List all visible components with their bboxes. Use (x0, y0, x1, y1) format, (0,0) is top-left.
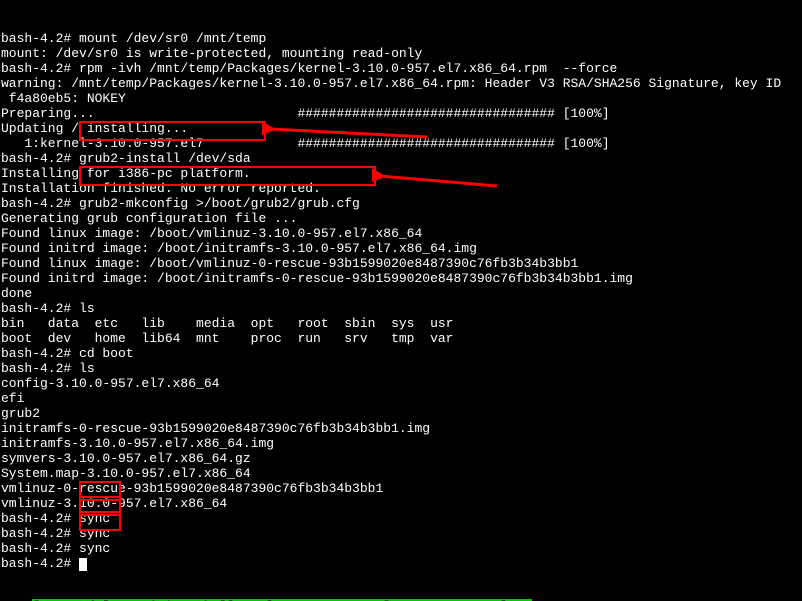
terminal-line: bash-4.2# grub2-install /dev/sda (1, 151, 801, 166)
terminal-line: bash-4.2# cd boot (1, 346, 801, 361)
terminal-line: bash-4.2# sync (1, 526, 801, 541)
text-cursor (79, 558, 87, 571)
terminal-line: bash-4.2# rpm -ivh /mnt/temp/Packages/ke… (1, 61, 801, 76)
terminal-output: bash-4.2# mount /dev/sr0 /mnt/tempmount:… (1, 31, 801, 571)
status-bar: [anaconda] 1:main* 2:shell 3:log 4:stora… (1, 584, 801, 599)
terminal-line: Found initrd image: /boot/initramfs-0-re… (1, 271, 801, 286)
terminal-line: bash-4.2# (1, 556, 801, 571)
terminal-line: boot dev home lib64 mnt proc run srv tmp… (1, 331, 801, 346)
terminal-line: System.map-3.10.0-957.el7.x86_64 (1, 466, 801, 481)
terminal-line: Found initrd image: /boot/initramfs-3.10… (1, 241, 801, 256)
terminal-line: grub2 (1, 406, 801, 421)
terminal-line: vmlinuz-3.10.0-957.el7.x86_64 (1, 496, 801, 511)
terminal-line: done (1, 286, 801, 301)
terminal-line: initramfs-3.10.0-957.el7.x86_64.img (1, 436, 801, 451)
terminal-line: f4a80eb5: NOKEY (1, 91, 801, 106)
terminal-line: Generating grub configuration file ... (1, 211, 801, 226)
terminal-line: initramfs-0-rescue-93b1599020e8487390c76… (1, 421, 801, 436)
terminal-line: bash-4.2# ls (1, 301, 801, 316)
terminal-line: mount: /dev/sr0 is write-protected, moun… (1, 46, 801, 61)
terminal-line: bash-4.2# sync (1, 511, 801, 526)
terminal-line: Found linux image: /boot/vmlinuz-0-rescu… (1, 256, 801, 271)
terminal-line: bash-4.2# ls (1, 361, 801, 376)
terminal-line: Installation finished. No error reported… (1, 181, 801, 196)
terminal-line: Found linux image: /boot/vmlinuz-3.10.0-… (1, 226, 801, 241)
terminal-line: vmlinuz-0-rescue-93b1599020e8487390c76fb… (1, 481, 801, 496)
terminal-line: 1:kernel-3.10.0-957.el7 ################… (1, 136, 801, 151)
terminal-line: bash-4.2# mount /dev/sr0 /mnt/temp (1, 31, 801, 46)
terminal-line: warning: /mnt/temp/Packages/kernel-3.10.… (1, 76, 801, 91)
terminal-line: Updating / installing... (1, 121, 801, 136)
terminal-line: symvers-3.10.0-957.el7.x86_64.gz (1, 451, 801, 466)
terminal-window[interactable]: bash-4.2# mount /dev/sr0 /mnt/tempmount:… (0, 0, 802, 601)
terminal-line: bin data etc lib media opt root sbin sys… (1, 316, 801, 331)
terminal-line: Installing for i386-pc platform. (1, 166, 801, 181)
terminal-line: bash-4.2# grub2-mkconfig >/boot/grub2/gr… (1, 196, 801, 211)
terminal-line: Preparing... ###########################… (1, 106, 801, 121)
terminal-line: config-3.10.0-957.el7.x86_64 (1, 376, 801, 391)
terminal-line: bash-4.2# sync (1, 541, 801, 556)
terminal-line: efi (1, 391, 801, 406)
